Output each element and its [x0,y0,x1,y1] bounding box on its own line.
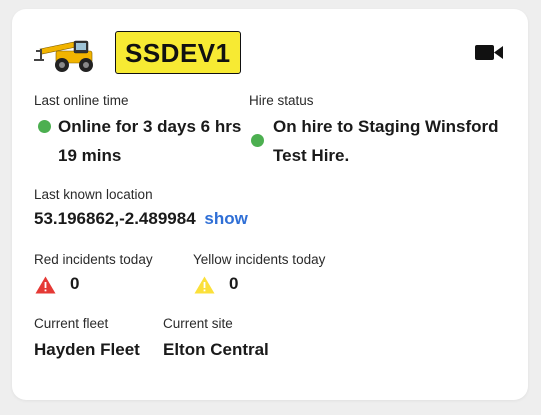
hire-status-line1: On hire to Staging Winsford [273,117,499,136]
red-incidents-count: 0 [70,274,80,293]
location-label: Last known location [34,187,153,202]
current-site-value: Elton Central [163,340,269,359]
location-coordinates: 53.196862,-2.489984 [34,209,196,228]
hire-status-dot-icon [251,134,264,147]
red-incidents-label: Red incidents today [34,252,153,267]
yellow-incidents-count: 0 [229,274,239,293]
current-fleet-label: Current fleet [34,316,109,331]
yellow-warning-triangle-icon [194,276,215,294]
video-camera-icon[interactable] [475,44,503,61]
location-value: 53.196862,-2.489984 show [34,204,248,233]
last-online-label: Last online time [34,93,129,108]
registration-plate: SSDEV1 [115,31,241,74]
online-duration-line1: Online for 3 days 6 hrs [58,117,242,136]
red-warning-triangle-icon [35,276,56,294]
online-duration-line2: 19 mins [58,146,122,165]
online-status-dot-icon [38,120,51,133]
hire-status-line2: Test Hire. [273,146,350,165]
vehicle-card: SSDEV1 Last online time Online for 3 day… [12,9,528,400]
show-location-link[interactable]: show [204,209,247,228]
telehandler-vehicle-icon [34,40,93,72]
hire-status-label: Hire status [249,93,314,108]
current-site-label: Current site [163,316,233,331]
yellow-incidents-label: Yellow incidents today [193,252,326,267]
current-fleet-value: Hayden Fleet [34,340,140,359]
